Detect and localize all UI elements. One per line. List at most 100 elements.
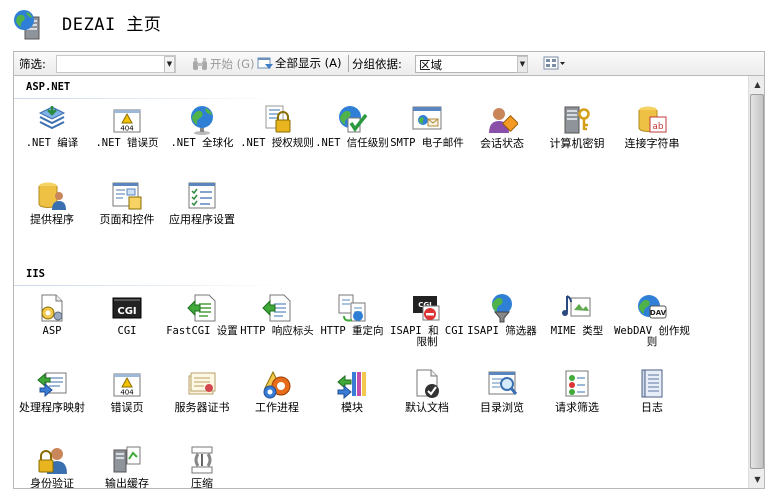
toolbar-separator [348,55,349,72]
feature-label: ASP [42,325,62,337]
feature-item-authorization-lock[interactable]: .NET 授权规则 [239,104,315,176]
svg-text:404: 404 [120,125,134,133]
group-name: IIS [26,268,45,280]
feature-item-smtp-email[interactable]: SMTP 电子邮件 [389,104,465,176]
scroll-up-arrow[interactable]: ▲ [749,76,764,93]
feature-item-http-redirect[interactable]: HTTP 重定向 [314,292,390,364]
feature-item-http-headers[interactable]: HTTP 响应标头 [239,292,315,364]
feature-item-error-404[interactable]: 404 .NET 错误页 [89,104,165,176]
feature-label: 页面和控件 [99,213,155,226]
machine-key-icon [564,106,590,134]
feature-item-session-state[interactable]: 会话状态 [464,104,540,176]
feature-item-webdav[interactable]: DAV WebDAV 创作规则 [614,292,690,364]
group-header-iis[interactable]: IIS [14,265,748,287]
page-title: DEZAI 主页 [62,15,162,35]
feature-item-compression[interactable]: 压缩 [164,444,240,488]
feature-item-pages-controls[interactable]: 页面和控件 [89,180,165,252]
feature-item-providers[interactable]: 提供程序 [14,180,90,252]
feature-label: .NET 授权规则 [240,137,314,149]
authentication-icon [38,448,67,474]
feature-item-directory-browsing[interactable]: 目录浏览 [464,368,540,440]
feature-item-asp[interactable]: ASP [14,292,90,364]
feature-item-app-settings[interactable]: 应用程序设置 [164,180,240,252]
worker-processes-icon [263,370,291,399]
feature-label: 应用程序设置 [169,213,235,226]
feature-label: 错误页 [110,401,144,414]
feature-item-dotnet-compile[interactable]: .NET 编译 [14,104,90,176]
cgi-icon: CGI [112,297,142,319]
feature-label: CGI [117,325,137,337]
feature-item-error-pages[interactable]: 404 错误页 [89,368,165,440]
group-divider [14,98,284,99]
feature-label: 压缩 [191,477,213,488]
output-caching-icon [113,446,141,473]
feature-item-machine-key[interactable]: 计算机密钥 [539,104,615,176]
feature-label: 处理程序映射 [19,401,85,414]
feature-item-server-certificates[interactable]: 服务器证书 [164,368,240,440]
feature-item-request-filtering[interactable]: 请求筛选 [539,368,615,440]
server-globe-icon [14,10,40,40]
feature-item-cgi[interactable]: CGI CGI [89,292,165,364]
feature-label: 日志 [641,401,663,414]
feature-label: .NET 信任级别 [315,137,389,149]
feature-item-worker-processes[interactable]: 工作进程 [239,368,315,440]
group-header-aspnet[interactable]: ASP.NET [14,78,748,100]
binoculars-icon [193,58,207,70]
isapi-filter-icon [492,294,512,323]
view-mode-icon[interactable] [542,55,566,72]
start-button[interactable]: 开始 (G) [192,56,255,72]
feature-item-globe[interactable]: .NET 全球化 [164,104,240,176]
session-state-icon [489,108,518,133]
vertical-scrollbar[interactable]: ▲ ▼ [748,76,764,488]
feature-label: SMTP 电子邮件 [390,137,464,149]
feature-item-trust-level[interactable]: .NET 信任级别 [314,104,390,176]
filter-input[interactable] [56,55,176,73]
handler-mappings-icon [37,372,67,398]
feature-label: HTTP 重定向 [320,325,384,337]
feature-item-isapi-filter[interactable]: ISAPI 筛选器 [464,292,540,364]
feature-label: 计算机密钥 [549,137,605,150]
dotnet-compile-icon [38,106,66,130]
feature-label: 提供程序 [30,213,74,226]
feature-item-isapi-cgi[interactable]: CGI ISAPI 和 CGI 限制 [389,292,465,364]
feature-item-mime-types[interactable]: MIME 类型 [539,292,615,364]
show-all-button[interactable]: 全部显示 (A) [257,55,342,71]
feature-label: 模块 [341,401,363,414]
error-pages-icon: 404 [113,373,141,397]
feature-label: 服务器证书 [174,401,230,414]
feature-label: FastCGI 设置 [166,325,238,337]
feature-label: ISAPI 和 CGI 限制 [390,325,464,348]
modules-icon [337,372,366,400]
mime-types-icon [562,295,591,317]
scroll-down-arrow[interactable]: ▼ [749,471,764,488]
group-by-select[interactable]: 区域 [415,55,528,73]
svg-text:404: 404 [120,389,134,397]
svg-text:ab: ab [652,122,664,132]
svg-text:CGI: CGI [117,306,136,317]
filter-dropdown-arrow[interactable]: ▼ [164,56,175,73]
asp-icon [41,294,63,322]
feature-label: 默认文档 [405,401,449,414]
scroll-thumb[interactable] [750,94,764,469]
feature-item-connection-string[interactable]: ab 连接字符串 [614,104,690,176]
feature-item-authentication[interactable]: 身份验证 [14,444,90,488]
isapi-cgi-icon: CGI [413,296,440,321]
feature-item-logging[interactable]: 日志 [614,368,690,440]
feature-label: 会话状态 [480,137,524,150]
feature-label: 请求筛选 [555,401,599,414]
show-all-icon [257,57,273,69]
show-all-label: 全部显示 (A) [275,56,342,70]
feature-label: WebDAV 创作规则 [614,325,690,348]
feature-item-output-caching[interactable]: 输出缓存 [89,444,165,488]
feature-item-fastcgi[interactable]: FastCGI 设置 [164,292,240,364]
group-by-dropdown-arrow[interactable]: ▼ [517,56,528,73]
start-label: 开始 (G) [210,57,255,71]
filter-toolbar: 筛选: ▼ 开始 (G) 全部显示 (A) 分组依据: 区域 ▼ [13,51,765,75]
globe-icon [191,106,213,135]
features-view: ASP.NET IIS .NET 编译 404 .NET 错误页 .NET 全球化 .N… [14,76,748,488]
feature-label: 身份验证 [30,477,74,488]
feature-label: 工作进程 [255,401,299,414]
feature-item-handler-mappings[interactable]: 处理程序映射 [14,368,90,440]
feature-item-modules[interactable]: 模块 [314,368,390,440]
feature-item-default-document[interactable]: 默认文档 [389,368,465,440]
